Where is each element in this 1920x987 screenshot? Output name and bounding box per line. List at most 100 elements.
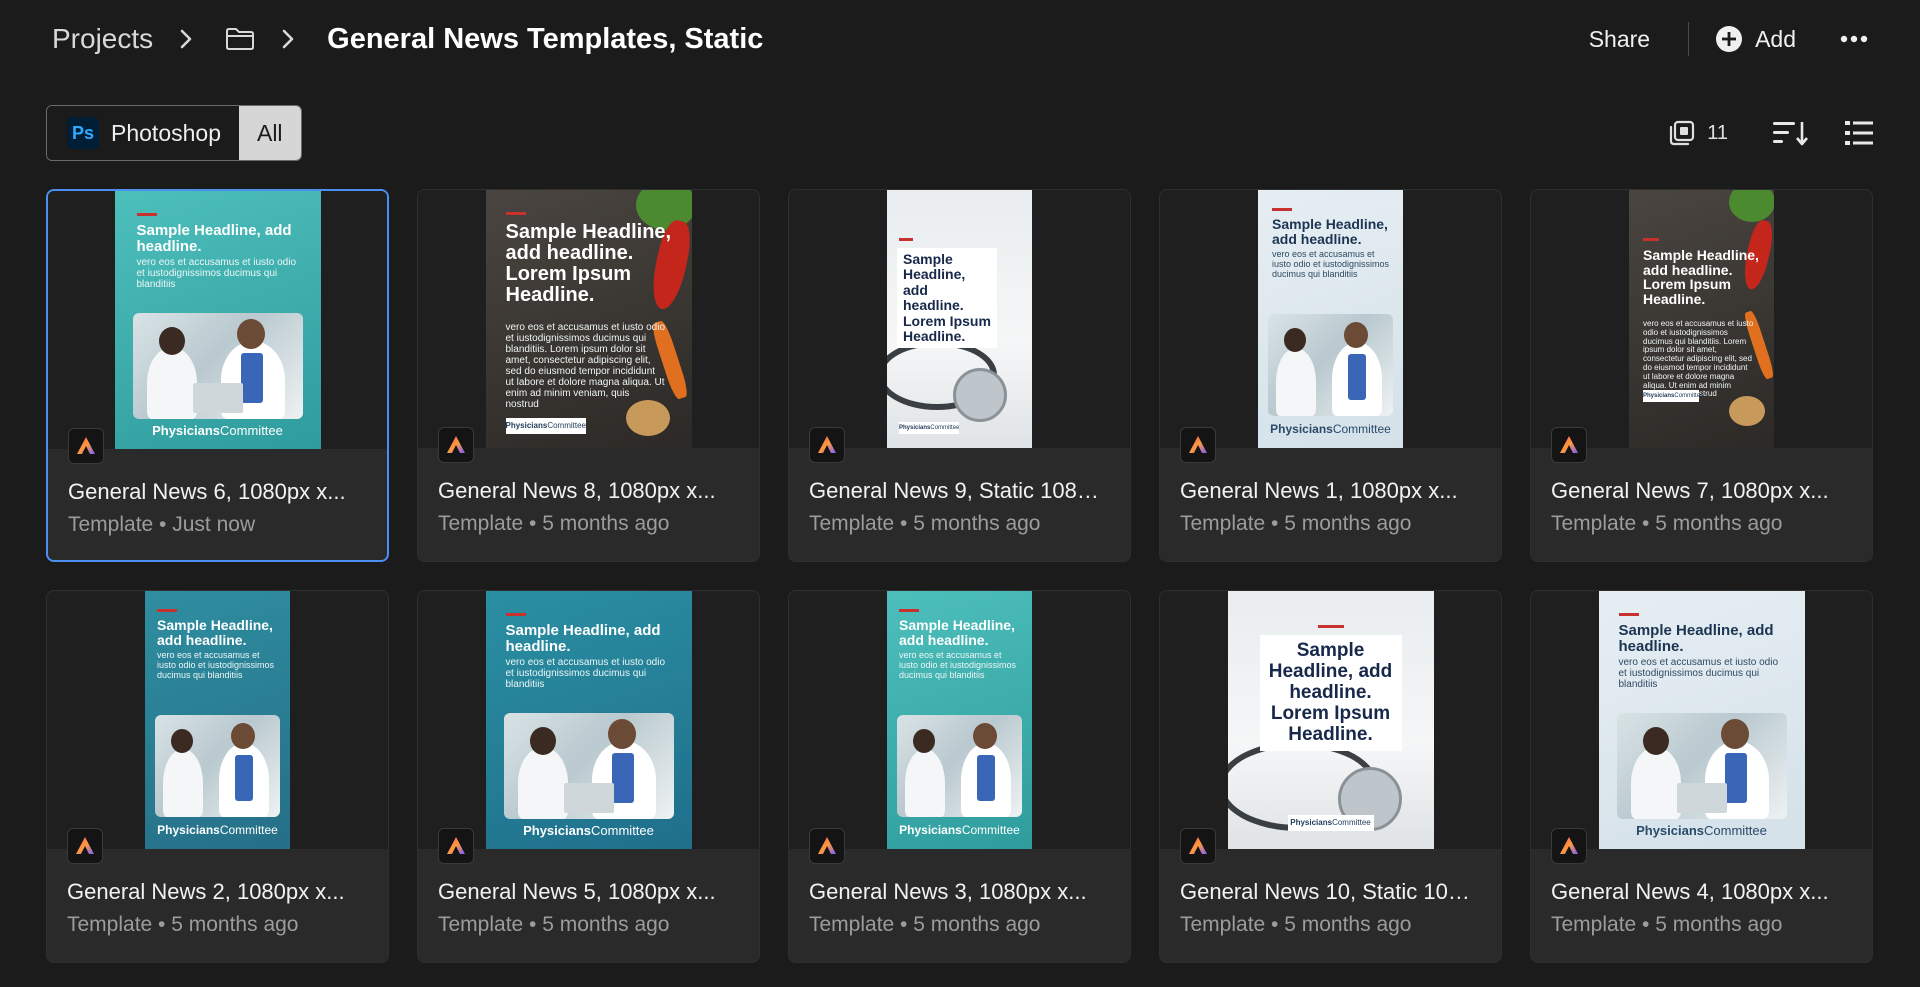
template-card[interactable]: Sample Headline, add headline. Lorem Ips… — [788, 189, 1131, 562]
poster-brand: PhysiciansCommittee — [157, 823, 278, 837]
card-meta: Template • 5 months ago — [809, 913, 1041, 936]
poster-headline: Sample Headline, add headline. — [899, 617, 1015, 648]
poster-brand: PhysiciansCommittee — [1270, 422, 1391, 436]
divider — [1688, 22, 1690, 56]
adobe-express-icon — [67, 828, 103, 864]
doctors-photo — [897, 715, 1022, 817]
chevron-right-icon — [179, 29, 193, 49]
poster-brand: PhysiciansCommittee — [523, 823, 654, 838]
template-card[interactable]: Sample Headline, add headline. Lorem Ips… — [1159, 590, 1502, 963]
item-count: 11 — [1669, 120, 1728, 146]
card-thumbnail: Sample Headline, add headline. vero eos … — [1160, 190, 1501, 448]
doctors-photo — [1268, 314, 1393, 416]
doctors-photo — [503, 713, 674, 819]
adobe-express-icon — [1180, 828, 1216, 864]
breadcrumb-projects[interactable]: Projects — [52, 23, 153, 55]
poster-brand: PhysiciansCommittee — [1636, 823, 1767, 838]
card-title: General News 6, 1080px x... — [68, 479, 346, 504]
card-title: General News 9, Static 1080p... — [809, 478, 1110, 503]
poster-brand: PhysiciansCommittee — [152, 423, 283, 438]
card-thumbnail: Sample Headline, add headline. Lorem Ips… — [1160, 591, 1501, 849]
poster-headline: Sample Headline, add headline. — [157, 617, 273, 648]
poster-preview: Sample Headline, add headline. Lorem Ips… — [1227, 591, 1434, 849]
poster-brand: PhysiciansCommittee — [899, 422, 959, 434]
template-card[interactable]: Sample Headline, add headline. vero eos … — [1159, 189, 1502, 562]
poster-preview: Sample Headline, add headline. Lorem Ips… — [485, 190, 692, 448]
card-thumbnail: Sample Headline, add headline. vero eos … — [48, 191, 387, 449]
adobe-express-icon — [1180, 427, 1216, 463]
card-thumbnail: Sample Headline, add headline. vero eos … — [418, 591, 759, 849]
poster-brand: PhysiciansCommittee — [899, 823, 1020, 837]
poster-headline: Sample Headline, add headline. Lorem Ips… — [1643, 247, 1759, 308]
poster-headline: Sample Headline, add headline. Lorem Ips… — [1259, 635, 1402, 752]
poster-brand: PhysiciansCommittee — [1287, 815, 1374, 831]
poster-preview: Sample Headline, add headline. Lorem Ips… — [1629, 190, 1774, 448]
card-title: General News 10, Static 1080... — [1180, 879, 1481, 904]
poster-brand: PhysiciansCommittee — [1643, 390, 1703, 402]
card-thumbnail: Sample Headline, add headline. vero eos … — [1531, 591, 1872, 849]
card-title: General News 1, 1080px x... — [1180, 478, 1458, 503]
card-thumbnail: Sample Headline, add headline. vero eos … — [47, 591, 388, 849]
adobe-express-icon — [1551, 427, 1587, 463]
poster-preview: Sample Headline, add headline. vero eos … — [145, 591, 290, 849]
poster-headline: Sample Headline, add headline. Lorem Ips… — [505, 221, 672, 306]
card-thumbnail: Sample Headline, add headline. Lorem Ips… — [789, 190, 1130, 448]
card-thumbnail: Sample Headline, add headline. Lorem Ips… — [418, 190, 759, 448]
card-meta: Template • Just now — [68, 513, 256, 536]
doctors-photo — [155, 715, 280, 817]
app-filter-segment: Ps Photoshop All — [46, 105, 302, 161]
card-meta: Template • 5 months ago — [1180, 913, 1412, 936]
photoshop-logo-icon: Ps — [67, 117, 99, 149]
stack-icon — [1670, 120, 1695, 146]
card-meta: Template • 5 months ago — [438, 913, 670, 936]
card-meta: Template • 5 months ago — [438, 512, 670, 535]
folder-icon[interactable] — [225, 27, 255, 51]
filter-bar: Ps Photoshop All 11 — [0, 104, 1920, 162]
list-view-icon[interactable] — [1844, 119, 1874, 147]
template-card[interactable]: Sample Headline, add headline. vero eos … — [417, 590, 760, 963]
top-actions: Share Add — [1581, 22, 1868, 57]
page-title: General News Templates, Static — [327, 22, 764, 55]
add-button[interactable]: Add — [1715, 25, 1796, 53]
more-horizontal-icon[interactable] — [1840, 35, 1868, 43]
template-card[interactable]: Sample Headline, add headline. Lorem Ips… — [417, 189, 760, 562]
card-meta: Template • 5 months ago — [1551, 913, 1783, 936]
adobe-express-icon — [809, 828, 845, 864]
poster-body: vero eos et accusamus et iusto odio et i… — [157, 650, 275, 680]
filter-photoshop[interactable]: Ps Photoshop — [47, 106, 239, 160]
poster-body: vero eos et accusamus et iusto odio et i… — [1618, 657, 1779, 690]
template-card[interactable]: Sample Headline, add headline. vero eos … — [46, 189, 389, 562]
poster-preview: Sample Headline, add headline. vero eos … — [114, 191, 321, 449]
poster-preview: Sample Headline, add headline. vero eos … — [887, 591, 1032, 849]
poster-brand: PhysiciansCommittee — [505, 418, 586, 434]
view-controls: 11 — [1669, 119, 1874, 147]
adobe-express-icon — [1551, 828, 1587, 864]
card-meta: Template • 5 months ago — [67, 913, 299, 936]
poster-body: vero eos et accusamus et iusto odio et i… — [899, 650, 1017, 680]
item-count-value: 11 — [1707, 121, 1728, 144]
poster-headline: Sample Headline, add headline. — [505, 622, 661, 655]
filter-all[interactable]: All — [238, 106, 301, 160]
share-button[interactable]: Share — [1581, 22, 1658, 57]
template-card[interactable]: Sample Headline, add headline. Lorem Ips… — [1530, 189, 1873, 562]
poster-preview: Sample Headline, add headline. vero eos … — [485, 591, 692, 849]
poster-body: vero eos et accusamus et iusto odio et i… — [1272, 249, 1390, 279]
poster-headline: Sample Headline, add headline. — [1272, 216, 1388, 247]
poster-body: vero eos et accusamus et iusto odio et i… — [505, 322, 666, 410]
card-thumbnail: Sample Headline, add headline. Lorem Ips… — [1531, 190, 1872, 448]
card-title: General News 3, 1080px x... — [809, 879, 1087, 904]
card-title: General News 7, 1080px x... — [1551, 478, 1829, 503]
adobe-express-icon — [438, 828, 474, 864]
poster-preview: Sample Headline, add headline. Lorem Ips… — [887, 190, 1032, 448]
card-title: General News 8, 1080px x... — [438, 478, 716, 503]
template-card[interactable]: Sample Headline, add headline. vero eos … — [46, 590, 389, 963]
doctors-photo — [1616, 713, 1787, 819]
poster-body: vero eos et accusamus et iusto odio et i… — [136, 257, 297, 290]
card-thumbnail: Sample Headline, add headline. vero eos … — [789, 591, 1130, 849]
template-card[interactable]: Sample Headline, add headline. vero eos … — [788, 590, 1131, 963]
doctors-photo — [132, 313, 303, 419]
adobe-express-icon — [809, 427, 845, 463]
add-label: Add — [1755, 25, 1796, 52]
sort-icon[interactable] — [1772, 119, 1808, 147]
template-card[interactable]: Sample Headline, add headline. vero eos … — [1530, 590, 1873, 963]
